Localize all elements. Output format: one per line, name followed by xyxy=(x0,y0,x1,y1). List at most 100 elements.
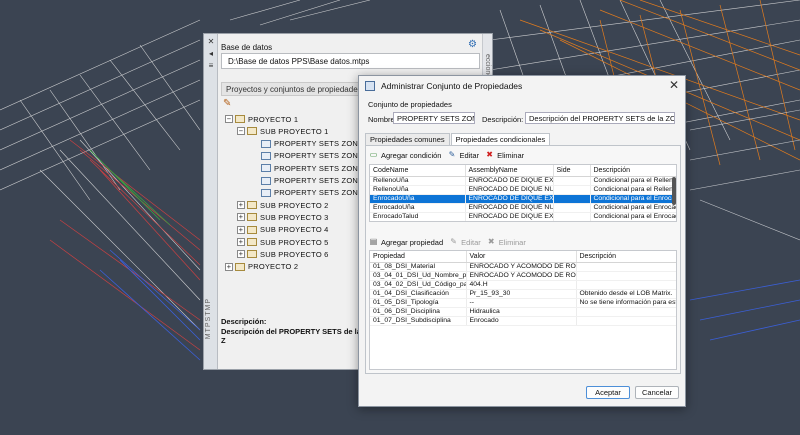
expand-icon[interactable]: + xyxy=(225,262,233,271)
add-condition-button[interactable]: ▭ Agregar condición xyxy=(369,151,442,160)
palette-title: MTPSTMP xyxy=(205,297,212,339)
expand-icon[interactable]: + xyxy=(237,225,245,234)
delete-condition-button[interactable]: ✖ Eliminar xyxy=(485,151,524,160)
property-set-icon xyxy=(261,176,271,185)
conditions-scrollbar[interactable] xyxy=(672,177,676,205)
column-header[interactable]: AssemblyName xyxy=(465,165,554,177)
table-row[interactable]: RellenoUña ENROCADO DE DIQUE EXI... Condic… xyxy=(370,176,676,186)
table-row[interactable]: EnrocadoUña ENROCADO DE DIQUE NU... Condic… xyxy=(370,203,676,213)
folder-icon xyxy=(247,238,257,246)
database-path-field[interactable]: D:\Base de datos PPS\Base datos.mtps xyxy=(221,53,480,69)
tree-item[interactable]: −PROPERTY SETS ZONA 4 xyxy=(251,175,369,187)
column-header[interactable]: Propiedad xyxy=(370,251,467,263)
table-row[interactable]: EnrocadoUña ENROCADO DE DIQUE EXI... Condi… xyxy=(370,194,676,204)
dialog-app-icon xyxy=(365,81,375,91)
table-row[interactable]: EnrocadoTalud ENROCADO DE DIQUE EXI... Con… xyxy=(370,212,676,221)
tree-item[interactable]: − PROYECTO 1 xyxy=(225,113,298,125)
table-cell: Enrocado xyxy=(466,316,577,326)
delete-condition-label: Eliminar xyxy=(497,150,525,160)
ok-button[interactable]: Aceptar xyxy=(586,386,630,399)
column-header[interactable]: Descripción xyxy=(576,251,676,263)
close-icon[interactable]: ✕ xyxy=(669,79,679,91)
table-cell: 03_04_01_DSI_Ud_Nombre_pa... xyxy=(370,271,467,281)
table-row[interactable]: 03_04_02_DSI_Ud_Código_par... 404.H xyxy=(370,280,676,290)
tree-item[interactable]: −PROPERTY SETS ZONA 2 xyxy=(251,150,369,162)
tree-item[interactable]: + SUB PROYECTO 5 xyxy=(237,236,329,248)
edit-condition-button[interactable]: ✎ Editar xyxy=(447,151,479,160)
expand-icon[interactable]: + xyxy=(237,213,245,222)
table-row[interactable]: 01_07_DSI_Subdisciplina Enrocado xyxy=(370,316,676,326)
table-row[interactable]: RellenoUña ENROCADO DE DIQUE NU... Condici… xyxy=(370,185,676,195)
table-cell: Condicional para el Enrocad xyxy=(590,203,676,213)
property-set-icon xyxy=(261,151,271,160)
pin-icon[interactable]: ◂ xyxy=(206,49,216,59)
table-row[interactable]: 01_04_DSI_Clasificación Pr_15_93_30 Obteni… xyxy=(370,289,676,299)
table-row[interactable]: 01_05_DSI_Tipología -- No se tiene informa… xyxy=(370,298,676,308)
tree-item[interactable]: + SUB PROYECTO 6 xyxy=(237,248,329,260)
close-icon[interactable]: ✕ xyxy=(206,37,216,47)
edit-icon: ✎ xyxy=(450,237,457,246)
column-header[interactable]: Valor xyxy=(466,251,577,263)
collapse-icon[interactable]: − xyxy=(225,115,233,123)
table-cell: Condicional para el Relleno xyxy=(590,176,676,186)
tree-item[interactable]: + PROYECTO 2 xyxy=(225,261,298,273)
properties-icon[interactable]: ≡ xyxy=(206,61,216,71)
column-header[interactable]: Side xyxy=(553,165,591,177)
property-set-icon xyxy=(261,188,271,197)
tree-item[interactable]: + SUB PROYECTO 3 xyxy=(237,211,329,223)
tree-item-label: SUB PROYECTO 3 xyxy=(260,212,329,222)
table-cell: RellenoUña xyxy=(370,176,466,186)
tab-conditional-properties[interactable]: Propiedades condicionales xyxy=(450,133,551,145)
table-row[interactable]: 01_06_DSI_Disciplina Hidraulica xyxy=(370,307,676,317)
table-cell xyxy=(553,212,591,221)
tree-item[interactable]: + SUB PROYECTO 4 xyxy=(237,224,329,236)
table-cell xyxy=(576,307,676,317)
folder-icon xyxy=(247,250,257,259)
table-row[interactable]: 03_04_01_DSI_Ud_Nombre_pa... ENROCADO Y A… xyxy=(370,271,676,281)
expand-icon[interactable]: + xyxy=(237,201,245,210)
table-cell: RellenoUña xyxy=(370,185,466,195)
table-cell: Condicional para el Enrocad xyxy=(590,194,676,204)
column-header[interactable]: CodeName xyxy=(370,165,466,177)
delete-property-label: Eliminar xyxy=(498,237,526,247)
name-field[interactable]: PROPERTY SETS ZONA xyxy=(393,112,475,124)
folder-icon xyxy=(235,115,245,123)
folder-icon xyxy=(247,225,257,234)
tab-common-properties[interactable]: Propiedades comunes xyxy=(365,133,450,145)
tree-item[interactable]: − SUB PROYECTO 1 xyxy=(237,125,329,137)
edit-property-label: Editar xyxy=(461,237,481,247)
tree-item[interactable]: + SUB PROYECTO 2 xyxy=(237,199,329,211)
expand-icon[interactable]: + xyxy=(237,250,245,259)
tree-item-label: SUB PROYECTO 1 xyxy=(260,126,329,136)
delete-icon: ✖ xyxy=(487,237,495,246)
table-cell xyxy=(576,271,676,281)
palette-titlebar[interactable]: ✕ ◂ ≡ MTPSTMP xyxy=(204,34,218,369)
edit-icon: ✎ xyxy=(448,150,456,159)
property-set-icon xyxy=(261,164,271,173)
table-cell: EnrocadoUña xyxy=(370,194,466,204)
edit-condition-label: Editar xyxy=(459,150,480,160)
dialog-titlebar[interactable]: Administrar Conjunto de Propiedades ✕ xyxy=(359,76,685,96)
table-cell xyxy=(553,176,591,186)
tree-item[interactable]: −PROPERTY SETS ZONA 3 xyxy=(251,162,369,174)
tree-item[interactable]: −PROPERTY SETS ZONA 1 xyxy=(251,138,369,150)
gear-icon[interactable]: ⚙ xyxy=(468,40,478,50)
add-property-button[interactable]: ▤ Agregar propiedad xyxy=(369,238,443,247)
table-cell: 01_04_DSI_Clasificación xyxy=(370,289,467,299)
cancel-button[interactable]: Cancelar xyxy=(635,386,679,399)
tree-item[interactable]: −PROPERTY SETS ZONA 5 xyxy=(251,187,369,199)
column-header[interactable]: Descripción xyxy=(590,165,676,177)
dialog-buttons: Aceptar Cancelar xyxy=(581,386,679,399)
conditions-toolbar: ▭ Agregar condición ✎ Editar ✖ Eliminar xyxy=(369,149,530,161)
edit-property-button[interactable]: ✎ Editar xyxy=(449,237,481,247)
manage-sets-icon[interactable]: ✎ xyxy=(223,98,237,110)
table-cell: 01_05_DSI_Tipología xyxy=(370,298,467,308)
table-row[interactable]: 01_08_DSI_Material ENROCADO Y ACOMODO DE … xyxy=(370,262,676,272)
delete-property-button[interactable]: ✖ Eliminar xyxy=(487,238,526,247)
description-field[interactable]: Descripción del PROPERTY SETS de la ZONA… xyxy=(525,112,675,124)
collapse-icon[interactable]: − xyxy=(237,127,245,136)
table-cell xyxy=(576,316,676,326)
description-label: Descripción: xyxy=(482,115,524,124)
table-cell: 03_04_02_DSI_Ud_Código_par... xyxy=(370,280,467,290)
expand-icon[interactable]: + xyxy=(237,238,245,246)
